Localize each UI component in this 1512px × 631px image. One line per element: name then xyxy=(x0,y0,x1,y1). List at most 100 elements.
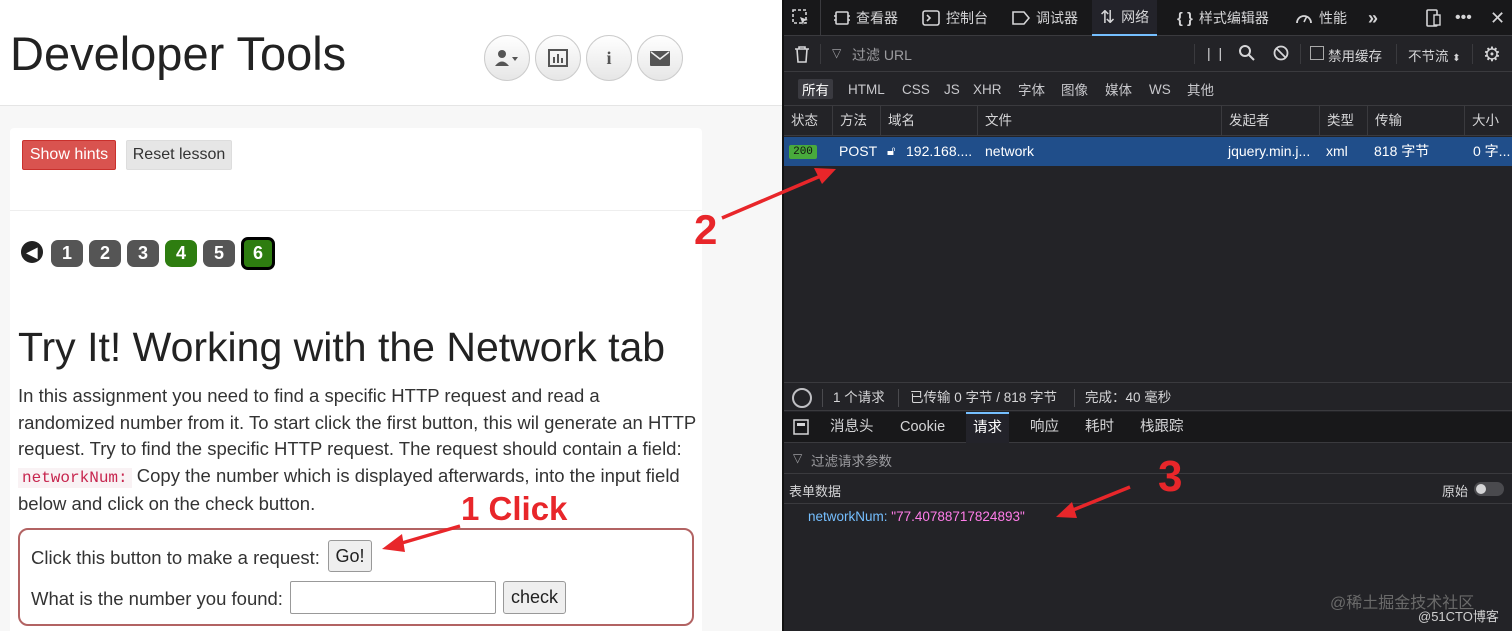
reset-lesson-button[interactable]: Reset lesson xyxy=(126,140,232,170)
annotation-2: 2 xyxy=(694,206,718,253)
gear-icon[interactable]: ⚙ xyxy=(1483,42,1501,67)
dock-options-button[interactable] xyxy=(1424,0,1442,36)
search-icon[interactable] xyxy=(1238,44,1255,66)
form-param-row[interactable]: networkNum: "77.40788717824893" xyxy=(784,504,1512,528)
disable-cache-checkbox[interactable] xyxy=(1310,46,1324,60)
form-data-header: 表单数据 原始 xyxy=(784,474,1512,504)
menu-dots-icon[interactable]: ••• xyxy=(1455,0,1472,36)
raw-toggle[interactable] xyxy=(1474,482,1504,496)
tab-inspector[interactable]: 查看器 xyxy=(834,0,898,36)
annotation-1-click: 1 Click xyxy=(461,490,568,527)
show-hints-button[interactable]: Show hints xyxy=(22,140,116,170)
request-details-tabs: 消息头 Cookie 请求 响应 耗时 栈跟踪 xyxy=(784,412,1512,443)
tab-style-editor[interactable]: { } 样式编辑器 xyxy=(1177,0,1269,36)
column-type[interactable]: 类型 xyxy=(1319,106,1354,136)
type-fonts[interactable]: 字体 xyxy=(1014,79,1049,99)
tab-timings[interactable]: 耗时 xyxy=(1078,412,1121,443)
table-row[interactable]: 200 POST 🔓︎ 192.168.... network jquery.m… xyxy=(784,137,1512,166)
type-css[interactable]: CSS xyxy=(898,79,934,99)
tab-label: 调试器 xyxy=(1036,10,1078,26)
type-js[interactable]: JS xyxy=(940,79,964,99)
tab-performance[interactable]: 性能 xyxy=(1295,0,1347,36)
sidebar-toggle-icon[interactable] xyxy=(793,419,809,438)
disable-cache-label: 禁用缓存 xyxy=(1328,49,1382,64)
check-button[interactable]: check xyxy=(503,581,566,614)
annotation-3: 3 xyxy=(1158,452,1183,501)
form-data-label: 表单数据 xyxy=(789,484,842,499)
column-method[interactable]: 方法 xyxy=(832,106,867,136)
status-badge: 200 xyxy=(789,145,817,159)
param-filter-bar: ▽ 过滤请求参数 xyxy=(784,443,1512,474)
page-1-button[interactable]: 1 xyxy=(51,240,83,267)
tab-console[interactable]: 控制台 xyxy=(922,0,988,36)
lesson-description: In this assignment you need to find a sp… xyxy=(18,383,698,518)
tab-network[interactable]: ⇅ 网络 xyxy=(1092,0,1158,36)
type-all[interactable]: 所有 xyxy=(798,79,833,99)
stats-button[interactable] xyxy=(535,35,581,81)
block-icon[interactable] xyxy=(1273,45,1289,64)
toolbar-separator xyxy=(1396,44,1397,64)
info-button[interactable]: i xyxy=(586,35,632,81)
tab-response[interactable]: 响应 xyxy=(1023,412,1066,443)
tab-headers[interactable]: 消息头 xyxy=(823,412,881,443)
previous-page-icon[interactable]: ◀ xyxy=(21,241,43,263)
request-count: 1 个请求 xyxy=(833,390,885,405)
tab-label: 性能 xyxy=(1319,10,1347,26)
pause-icon[interactable]: | | xyxy=(1207,45,1224,61)
finish-time: 完成：40 毫秒 xyxy=(1085,390,1172,405)
info-icon: i xyxy=(606,47,612,68)
app-title: Developer Tools xyxy=(10,27,347,80)
gauge-icon xyxy=(1296,15,1312,24)
summary-separator xyxy=(898,389,899,407)
close-icon[interactable]: ✕ xyxy=(1490,0,1505,36)
tab-stack-trace[interactable]: 栈跟踪 xyxy=(1133,412,1191,443)
summary-separator xyxy=(822,389,823,407)
go-button[interactable]: Go! xyxy=(328,540,372,572)
number-input[interactable] xyxy=(290,581,496,614)
request-method: POST xyxy=(839,143,878,159)
url-filter-input[interactable]: 过滤 URL xyxy=(852,45,912,65)
type-html[interactable]: HTML xyxy=(844,79,889,99)
inspector-icon xyxy=(834,11,850,25)
column-status[interactable]: 状态 xyxy=(784,106,818,136)
column-file[interactable]: 文件 xyxy=(977,106,1012,136)
type-images[interactable]: 图像 xyxy=(1057,79,1092,99)
tab-request[interactable]: 请求 xyxy=(966,412,1009,443)
column-domain[interactable]: 域名 xyxy=(880,106,915,136)
page-4-button[interactable]: 4 xyxy=(165,240,197,267)
page-header: Developer Tools i xyxy=(0,0,782,106)
request-domain: 192.168.... xyxy=(906,143,973,159)
tab-debugger[interactable]: 调试器 xyxy=(1012,0,1078,36)
page-6-button[interactable]: 6 xyxy=(241,237,275,270)
column-transferred[interactable]: 传输 xyxy=(1367,106,1402,136)
type-ws[interactable]: WS xyxy=(1145,79,1175,99)
param-filter-input[interactable]: 过滤请求参数 xyxy=(811,450,892,470)
column-initiator[interactable]: 发起者 xyxy=(1221,106,1270,136)
param-entry: networkNum: "77.40788717824893" xyxy=(808,509,1025,524)
lesson-title: Try It! Working with the Network tab xyxy=(18,324,666,370)
request-type: xml xyxy=(1326,143,1348,159)
contact-button[interactable] xyxy=(637,35,683,81)
stopwatch-icon[interactable] xyxy=(792,388,812,408)
page-2-button[interactable]: 2 xyxy=(89,240,121,267)
request-initiator: jquery.min.j... xyxy=(1228,143,1311,159)
tab-cookies[interactable]: Cookie xyxy=(893,412,952,443)
tab-label: 控制台 xyxy=(946,10,988,26)
type-media[interactable]: 媒体 xyxy=(1101,79,1136,99)
page-5-button[interactable]: 5 xyxy=(203,240,235,267)
pick-element-icon xyxy=(792,9,808,25)
devtools-panel: 查看器 控制台 调试器 ⇅ 网络 { } 样式编辑器 性能 » ••• ✕ ▽ … xyxy=(784,0,1512,631)
type-xhr[interactable]: XHR xyxy=(969,79,1006,99)
type-other[interactable]: 其他 xyxy=(1183,79,1218,99)
user-dropdown-button[interactable] xyxy=(484,35,530,81)
trash-icon[interactable] xyxy=(794,45,810,66)
toolbar-separator xyxy=(1300,44,1301,64)
bar-chart-icon xyxy=(548,49,568,67)
column-size[interactable]: 大小 xyxy=(1464,106,1499,136)
more-tabs-chevron-icon[interactable]: » xyxy=(1368,0,1378,36)
throttle-select[interactable]: 不节流 ⬍ xyxy=(1408,45,1461,65)
tab-label: 网络 xyxy=(1121,9,1150,25)
console-icon xyxy=(922,10,940,26)
page-3-button[interactable]: 3 xyxy=(127,240,159,267)
element-picker-button[interactable] xyxy=(792,0,810,36)
